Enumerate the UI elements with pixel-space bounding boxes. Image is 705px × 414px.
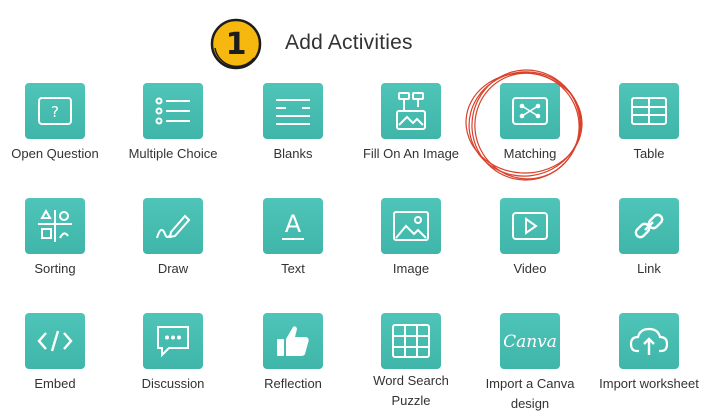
activity-link[interactable]: Link (590, 198, 705, 298)
activity-reflection[interactable]: Reflection (234, 313, 352, 413)
activity-label: Multiple Choice (128, 146, 218, 161)
svg-text:A: A (285, 210, 302, 238)
activity-label: Matching (503, 146, 557, 161)
activity-matching[interactable]: Matching (471, 83, 589, 183)
text-a-icon: A (263, 198, 323, 254)
thumbs-up-icon (263, 313, 323, 369)
activity-video[interactable]: Video (471, 198, 589, 298)
activity-label-line2: design (510, 396, 550, 411)
activity-multiple-choice[interactable]: Multiple Choice (114, 83, 232, 183)
activity-label: Import a Canva (485, 376, 575, 391)
svg-text:?: ? (51, 103, 59, 121)
activity-label: Reflection (264, 376, 322, 391)
matching-dots-icon (500, 83, 560, 139)
activity-label: Import worksheet (599, 376, 699, 391)
play-icon (500, 198, 560, 254)
activity-text[interactable]: A Text (234, 198, 352, 298)
question-mark-icon: ? (25, 83, 85, 139)
chain-link-icon (619, 198, 679, 254)
activity-label: Fill On An Image (362, 146, 460, 161)
activity-draw[interactable]: Draw (114, 198, 232, 298)
activity-label: Text (281, 261, 305, 276)
activity-blanks[interactable]: Blanks (234, 83, 352, 183)
activity-label: Video (513, 261, 547, 276)
list-icon (143, 83, 203, 139)
activity-open-question[interactable]: ? Open Question (0, 83, 114, 183)
activity-sorting[interactable]: Sorting (0, 198, 114, 298)
blank-lines-icon (263, 83, 323, 139)
activity-label: Open Question (11, 146, 99, 161)
activity-label: Table (633, 146, 665, 161)
canva-logo-icon: Canva (500, 313, 560, 369)
sorting-icon (25, 198, 85, 254)
canva-logo-text: Canva (504, 332, 556, 352)
chat-bubble-icon (143, 313, 203, 369)
activity-embed[interactable]: Embed (0, 313, 114, 413)
activity-label: Draw (157, 261, 189, 276)
activity-label: Link (637, 261, 661, 276)
activity-word-search-puzzle[interactable]: Word Search Puzzle (352, 313, 470, 413)
activity-import-canva-design[interactable]: Canva Import a Canva design (471, 313, 589, 413)
activity-table[interactable]: Table (590, 83, 705, 183)
grid-icon (381, 313, 441, 369)
activity-discussion[interactable]: Discussion (114, 313, 232, 413)
activity-import-worksheet[interactable]: Import worksheet (590, 313, 705, 413)
cloud-upload-icon (619, 313, 679, 369)
activity-label: Sorting (34, 261, 76, 276)
activity-label: Image (392, 261, 430, 276)
activity-fill-on-an-image[interactable]: Fill On An Image (352, 83, 470, 183)
activity-label: Blanks (273, 146, 313, 161)
image-pin-icon (381, 83, 441, 139)
activity-label-line2: Puzzle (391, 393, 431, 408)
activity-label: Discussion (141, 376, 205, 391)
picture-icon (381, 198, 441, 254)
activity-label: Embed (34, 376, 76, 391)
pencil-icon (143, 198, 203, 254)
activity-label: Word Search (373, 373, 449, 388)
table-icon (619, 83, 679, 139)
code-icon (25, 313, 85, 369)
activities-grid: ? Open Question Multiple Choice Blanks F… (0, 0, 705, 414)
activity-image[interactable]: Image (352, 198, 470, 298)
